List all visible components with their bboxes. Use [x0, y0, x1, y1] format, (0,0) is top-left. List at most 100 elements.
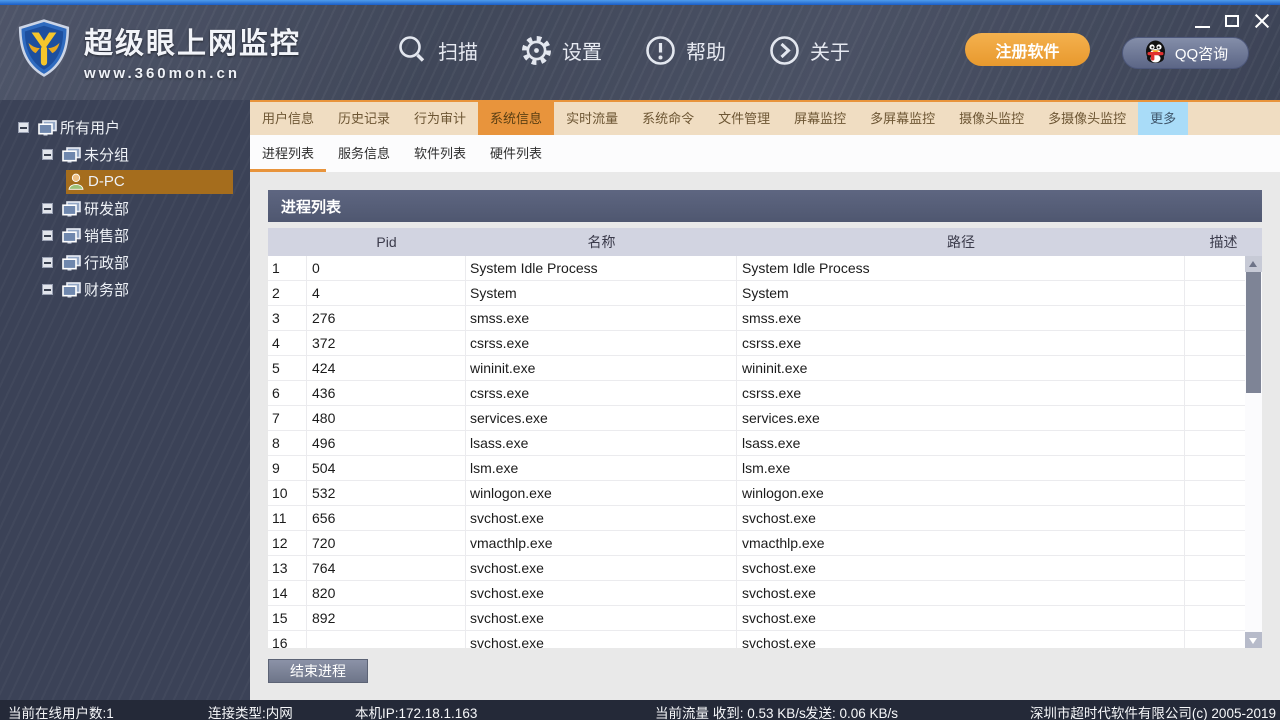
- column-header-4[interactable]: 描述: [1185, 228, 1262, 256]
- tab-multi-screen-monitor[interactable]: 多屏幕监控: [858, 100, 947, 135]
- cell-path: System Idle Process: [737, 256, 1185, 281]
- computer-icon: [62, 255, 81, 271]
- magnifier-icon: [396, 34, 429, 67]
- table-row[interactable]: 15892svchost.exesvchost.exe: [268, 606, 1262, 631]
- scroll-down-arrow[interactable]: [1245, 632, 1262, 648]
- nav-help-button[interactable]: 帮助: [644, 34, 726, 67]
- subtab-hardware-list[interactable]: 硬件列表: [478, 135, 554, 172]
- table-row[interactable]: 10532winlogon.exewinlogon.exe: [268, 481, 1262, 506]
- tab-more[interactable]: 更多: [1138, 100, 1188, 135]
- tab-bar: 用户信息历史记录行为审计系统信息实时流量系统命令文件管理屏幕监控多屏幕监控摄像头…: [250, 100, 1280, 135]
- cell-pid: 496: [307, 431, 466, 456]
- cell-path: vmacthlp.exe: [737, 531, 1185, 556]
- nav-settings-button[interactable]: 设置: [520, 34, 602, 67]
- end-process-button[interactable]: 结束进程: [268, 659, 368, 683]
- header-nav: 扫描 设置: [396, 5, 850, 95]
- tab-camera-monitor[interactable]: 摄像头监控: [947, 100, 1036, 135]
- table-row[interactable]: 7480services.exeservices.exe: [268, 406, 1262, 431]
- user-tree: 所有用户未分组 D-PC 研发部销售部行政部财务部: [0, 100, 250, 303]
- cell-path: smss.exe: [737, 306, 1185, 331]
- table-row[interactable]: 12720vmacthlp.exevmacthlp.exe: [268, 531, 1262, 556]
- subtab-service-info[interactable]: 服务信息: [326, 135, 402, 172]
- tree-item-sales-dept[interactable]: 销售部: [0, 222, 250, 249]
- tab-history[interactable]: 历史记录: [326, 100, 402, 135]
- minimize-button[interactable]: [1195, 26, 1210, 28]
- tree-item-ungrouped[interactable]: 未分组: [0, 141, 250, 168]
- tree-item-admin-dept[interactable]: 行政部: [0, 249, 250, 276]
- table-row[interactable]: 8496lsass.exelsass.exe: [268, 431, 1262, 456]
- tree-item-d-pc[interactable]: D-PC: [0, 168, 250, 195]
- tree-item-label: 研发部: [84, 198, 129, 219]
- collapse-toggle-icon[interactable]: [42, 203, 53, 214]
- cell-index: 3: [268, 306, 307, 331]
- process-table-header: Pid名称路径描述: [268, 228, 1262, 256]
- scrollbar-thumb[interactable]: [1246, 272, 1261, 393]
- nav-about-button[interactable]: 关于: [768, 34, 850, 67]
- tab-multi-camera-monitor[interactable]: 多摄像头监控: [1036, 100, 1138, 135]
- tree-item-all-users[interactable]: 所有用户: [0, 114, 250, 141]
- cell-pid: [307, 631, 466, 648]
- cell-path: winlogon.exe: [737, 481, 1185, 506]
- computer-icon: [38, 120, 57, 136]
- status-local-ip: 本机IP:172.18.1.163: [355, 702, 477, 720]
- register-software-button[interactable]: 注册软件: [965, 33, 1090, 66]
- table-row[interactable]: 14820svchost.exesvchost.exe: [268, 581, 1262, 606]
- cell-name: svchost.exe: [466, 506, 737, 531]
- collapse-toggle-icon[interactable]: [42, 284, 53, 295]
- tab-screen-monitor[interactable]: 屏幕监控: [782, 100, 858, 135]
- cell-path: csrss.exe: [737, 331, 1185, 356]
- subtab-software-list[interactable]: 软件列表: [402, 135, 478, 172]
- table-row[interactable]: 6436csrss.execsrss.exe: [268, 381, 1262, 406]
- table-row[interactable]: 3276smss.exesmss.exe: [268, 306, 1262, 331]
- process-table-body: 10System Idle ProcessSystem Idle Process…: [268, 256, 1262, 648]
- tree-item-finance-dept[interactable]: 财务部: [0, 276, 250, 303]
- cell-index: 2: [268, 281, 307, 306]
- scroll-up-arrow[interactable]: [1245, 256, 1262, 272]
- collapse-toggle-icon[interactable]: [42, 149, 53, 160]
- table-row[interactable]: 16svchost.exesvchost.exe: [268, 631, 1262, 648]
- cell-name: lsass.exe: [466, 431, 737, 456]
- tree-item-label: D-PC: [88, 173, 125, 190]
- vertical-scrollbar[interactable]: [1245, 256, 1262, 648]
- content: 用户信息历史记录行为审计系统信息实时流量系统命令文件管理屏幕监控多屏幕监控摄像头…: [250, 100, 1280, 700]
- cell-index: 10: [268, 481, 307, 506]
- tree-item-rd-dept[interactable]: 研发部: [0, 195, 250, 222]
- cell-pid: 532: [307, 481, 466, 506]
- column-header-2[interactable]: 名称: [466, 228, 737, 256]
- column-header-1[interactable]: Pid: [307, 228, 466, 256]
- collapse-toggle-icon[interactable]: [42, 230, 53, 241]
- close-button[interactable]: [1254, 13, 1270, 29]
- cell-name: svchost.exe: [466, 606, 737, 631]
- table-row[interactable]: 11656svchost.exesvchost.exe: [268, 506, 1262, 531]
- cell-pid: 720: [307, 531, 466, 556]
- tree-item-label: 销售部: [84, 225, 129, 246]
- collapse-toggle-icon[interactable]: [18, 122, 29, 133]
- maximize-button[interactable]: [1225, 15, 1239, 27]
- table-row[interactable]: 24SystemSystem: [268, 281, 1262, 306]
- tab-behavior-audit[interactable]: 行为审计: [402, 100, 478, 135]
- collapse-toggle-icon[interactable]: [42, 257, 53, 268]
- cell-index: 16: [268, 631, 307, 648]
- cell-pid: 480: [307, 406, 466, 431]
- tree-item-label: 行政部: [84, 252, 129, 273]
- tab-system-info[interactable]: 系统信息: [478, 100, 554, 135]
- table-row[interactable]: 10System Idle ProcessSystem Idle Process: [268, 256, 1262, 281]
- tab-realtime-traffic[interactable]: 实时流量: [554, 100, 630, 135]
- table-row[interactable]: 13764svchost.exesvchost.exe: [268, 556, 1262, 581]
- table-row[interactable]: 9504lsm.exelsm.exe: [268, 456, 1262, 481]
- status-bar: 当前在线用户数:1连接类型:内网本机IP:172.18.1.163当前流量 收到…: [0, 700, 1280, 720]
- cell-pid: 764: [307, 556, 466, 581]
- tab-system-command[interactable]: 系统命令: [630, 100, 706, 135]
- tab-user-info[interactable]: 用户信息: [250, 100, 326, 135]
- nav-scan-button[interactable]: 扫描: [396, 34, 478, 67]
- cell-path: lsm.exe: [737, 456, 1185, 481]
- table-row[interactable]: 4372csrss.execsrss.exe: [268, 331, 1262, 356]
- computer-icon: [62, 147, 81, 163]
- cell-name: vmacthlp.exe: [466, 531, 737, 556]
- cell-name: csrss.exe: [466, 381, 737, 406]
- table-row[interactable]: 5424wininit.exewininit.exe: [268, 356, 1262, 381]
- tab-file-manage[interactable]: 文件管理: [706, 100, 782, 135]
- qq-consult-button[interactable]: QQ咨询: [1122, 37, 1249, 69]
- column-header-3[interactable]: 路径: [737, 228, 1185, 256]
- subtab-process-list[interactable]: 进程列表: [250, 135, 326, 172]
